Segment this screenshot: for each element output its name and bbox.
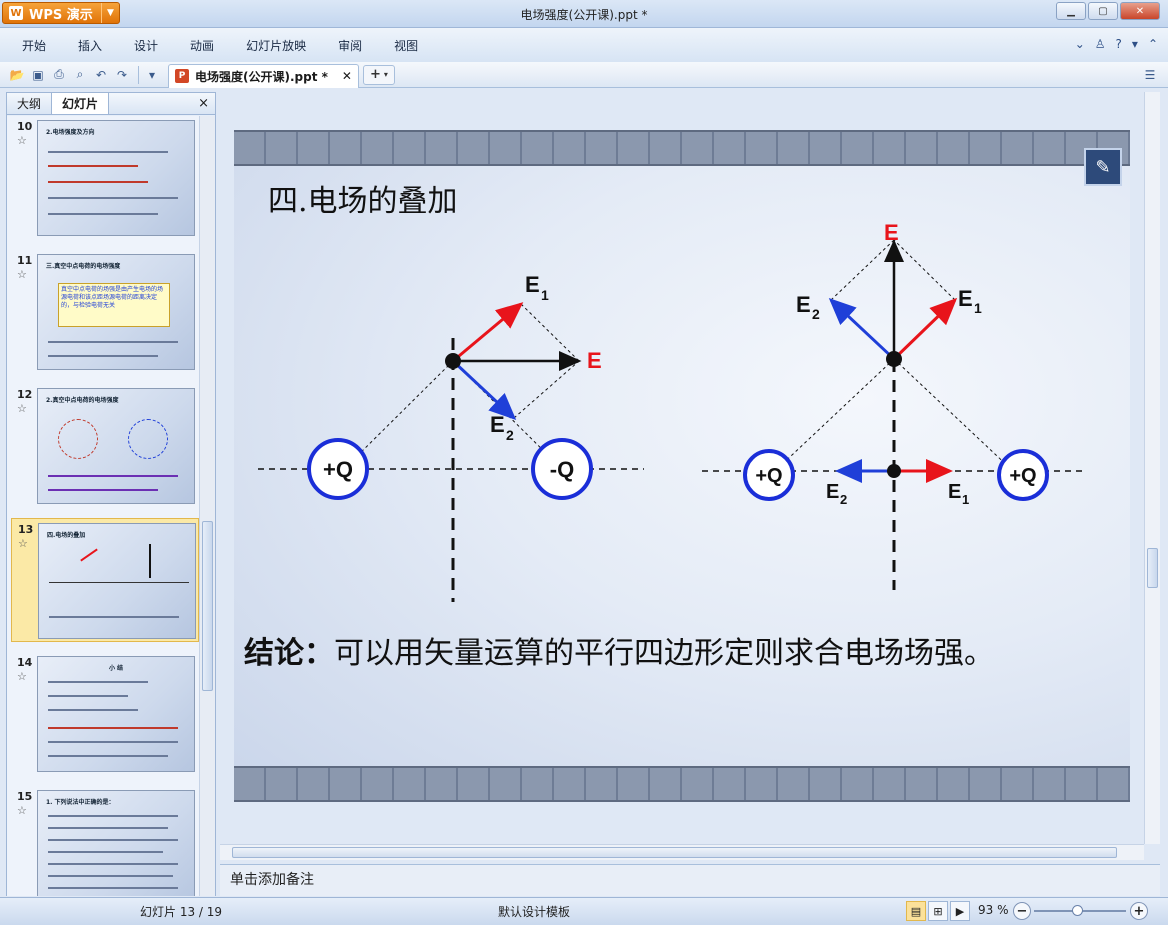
document-tab-label: 电场强度(公开课).ppt *: [195, 69, 328, 84]
svg-text:2: 2: [812, 306, 820, 322]
zoom-slider-handle[interactable]: [1072, 905, 1083, 916]
slide-thumbnail-11[interactable]: 11 ☆ 三.真空中点电荷的电场强度 真空中点电荷的场强是由产生电场的场源电荷和该…: [11, 250, 199, 374]
help-icon[interactable]: ?: [1116, 37, 1122, 51]
charge-label: +Q: [323, 457, 353, 482]
vector-label-E1-axis: E: [948, 481, 961, 503]
close-icon[interactable]: ×: [198, 96, 209, 111]
maximize-button[interactable]: ▢: [1088, 2, 1118, 20]
svg-text:1: 1: [541, 287, 549, 303]
edit-area: ✎ 四.电场的叠加 +Q -Q E 1 E 2 E +Q +Q E E 2 E …: [220, 92, 1160, 862]
chevron-down-icon[interactable]: ⌄: [1075, 37, 1085, 51]
redo-icon[interactable]: ↷: [113, 66, 131, 84]
right-diagram: +Q +Q E E 2 E 1 E 2 E 1: [702, 220, 1086, 590]
svg-text:2: 2: [840, 492, 847, 507]
tab-outline[interactable]: 大纲: [7, 93, 51, 114]
vector-label-E2: E: [796, 292, 811, 317]
animation-star-icon: ☆: [17, 268, 27, 281]
menu-review[interactable]: 审阅: [338, 37, 362, 54]
tab-slides[interactable]: 幻灯片: [51, 92, 110, 114]
close-icon[interactable]: ✕: [342, 69, 352, 83]
svg-text:1: 1: [974, 300, 982, 316]
svg-text:2: 2: [506, 427, 514, 443]
print-preview-icon[interactable]: ⌕: [71, 66, 89, 84]
save-icon[interactable]: ▣: [29, 66, 47, 84]
document-tab[interactable]: P 电场强度(公开课).ppt * ✕: [168, 63, 359, 88]
vector-label-E2: E: [490, 412, 505, 437]
menu-home[interactable]: 开始: [22, 37, 46, 54]
menu-design[interactable]: 设计: [134, 37, 158, 54]
status-bar: 幻灯片 13 / 19 默认设计模板 ▤ ⊞ ▶ 93 % − +: [0, 897, 1168, 925]
charge-label: -Q: [550, 457, 574, 482]
quick-toolbar: 📂 ▣ ⎙ ⌕ ↶ ↷ ▾ P 电场强度(公开课).ppt * ✕ + ▾ ☰: [0, 62, 1168, 88]
window-title: 电场强度(公开课).ppt *: [520, 8, 648, 22]
notes-placeholder: 单击添加备注: [230, 872, 314, 888]
slide-thumbnail-12[interactable]: 12 ☆ 2.真空中点电荷的电场强度: [11, 384, 199, 508]
vector-label-E: E: [587, 348, 602, 373]
panel-toggle-icon[interactable]: ☰: [1141, 66, 1159, 84]
ribbon-toggle-icon[interactable]: ⌃: [1148, 37, 1158, 51]
open-icon[interactable]: 📂: [8, 66, 26, 84]
conclusion-text: 可以用矢量运算的平行四边形定则求合电场场强。: [334, 636, 994, 671]
zoom-level: 93 %: [978, 903, 1009, 917]
animation-star-icon: ☆: [17, 804, 27, 817]
vertical-scrollbar[interactable]: [1144, 92, 1160, 844]
slide-indicator: 幻灯片 13 / 19: [140, 905, 223, 919]
undo-icon[interactable]: ↶: [92, 66, 110, 84]
vector-label-E1: E: [958, 286, 973, 311]
new-tab-button[interactable]: + ▾: [362, 64, 395, 85]
template-name[interactable]: 默认设计模板: [498, 903, 570, 920]
normal-view-icon[interactable]: ▤: [906, 901, 926, 921]
horizontal-scrollbar[interactable]: [220, 844, 1144, 860]
customize-toolbar-icon[interactable]: ▾: [143, 66, 161, 84]
slide-thumbnail-10[interactable]: 10 ☆ 2.电场强度及方向: [11, 116, 199, 240]
charge-label: +Q: [1009, 465, 1036, 487]
charge-label: +Q: [755, 465, 782, 487]
print-icon[interactable]: ⎙: [50, 66, 68, 84]
slideshow-icon[interactable]: ▶: [950, 901, 970, 921]
thumbnail-scrollbar[interactable]: [199, 116, 215, 896]
chevron-down-icon[interactable]: ▾: [1132, 37, 1138, 51]
slide-conclusion: 结论：可以用矢量运算的平行四边形定则求合电场场强。: [244, 628, 994, 672]
animation-star-icon: ☆: [17, 134, 27, 147]
slide-sorter-icon[interactable]: ⊞: [928, 901, 948, 921]
slides-panel: 大纲 幻灯片 × 10 ☆ 2.电场强度及方向 11 ☆ 三.真空中点电荷的电场强度…: [6, 92, 216, 896]
menu-animation[interactable]: 动画: [190, 37, 214, 54]
animation-star-icon: ☆: [17, 402, 27, 415]
slide-thumbnail-15[interactable]: 15 ☆ 1. 下列说法中正确的是：: [11, 786, 199, 896]
vector-label-E2-axis: E: [826, 481, 839, 503]
vector-label-E1: E: [525, 272, 540, 297]
left-diagram: +Q -Q E 1 E 2 E: [258, 272, 644, 602]
animation-star-icon: ☆: [18, 537, 28, 550]
menu-insert[interactable]: 插入: [78, 37, 102, 54]
title-bar: W WPS 演示 ▼ 电场强度(公开课).ppt * ▁ ▢ ✕: [0, 0, 1168, 28]
animation-star-icon: ☆: [17, 670, 27, 683]
slide-thumbnail-13[interactable]: 13 ☆ 四.电场的叠加: [11, 518, 199, 642]
zoom-in-button[interactable]: +: [1130, 902, 1148, 920]
close-button[interactable]: ✕: [1120, 2, 1160, 20]
notes-area[interactable]: 单击添加备注: [220, 864, 1160, 896]
menu-bar: 开始 插入 设计 动画 幻灯片放映 审阅 视图: [0, 28, 1168, 62]
menu-slideshow[interactable]: 幻灯片放映: [246, 37, 306, 54]
conclusion-label: 结论：: [244, 636, 334, 671]
field-superposition-diagram: +Q -Q E 1 E 2 E +Q +Q E E 2 E 1 E 2 E 1: [258, 220, 1086, 602]
ppt-file-icon: P: [175, 69, 189, 83]
slide-canvas[interactable]: ✎ 四.电场的叠加 +Q -Q E 1 E 2 E +Q +Q E E 2 E …: [234, 130, 1130, 802]
skin-icon[interactable]: ♙: [1095, 37, 1106, 51]
vector-label-E: E: [884, 220, 899, 245]
svg-text:1: 1: [962, 492, 969, 507]
zoom-out-button[interactable]: −: [1013, 902, 1031, 920]
minimize-button[interactable]: ▁: [1056, 2, 1086, 20]
slide-thumbnail-14[interactable]: 14 ☆ 小 结: [11, 652, 199, 776]
menu-view[interactable]: 视图: [394, 37, 418, 54]
